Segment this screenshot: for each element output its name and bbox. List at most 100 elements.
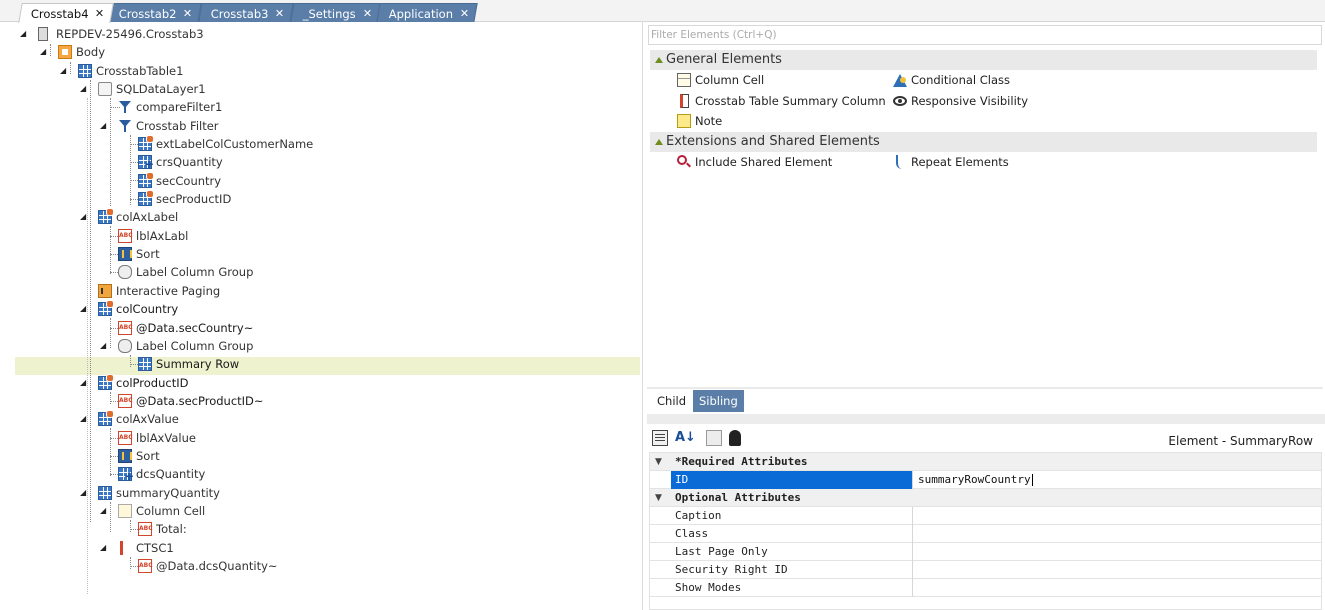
element-label: Include Shared Element <box>695 155 833 169</box>
tab-crosstab2[interactable]: Crosstab2 ✕ <box>106 3 202 22</box>
close-icon[interactable]: ✕ <box>95 7 104 20</box>
sort-alphabetical-icon[interactable]: A↓ <box>675 430 696 446</box>
sort-icon <box>118 449 132 463</box>
tab-child[interactable]: Child <box>651 390 693 412</box>
calc-column-icon <box>118 467 134 485</box>
tree-node-label: CTSC1 <box>136 541 174 555</box>
attribute-value-input[interactable] <box>914 525 1319 543</box>
table-icon <box>98 300 114 316</box>
element-column-cell[interactable]: Column Cell <box>677 71 764 89</box>
column-cell-icon <box>118 504 132 518</box>
category-title: Optional Attributes <box>675 491 801 504</box>
tree-node-label: colAxValue <box>116 412 179 426</box>
element-tree[interactable]: ◢ REPDEV-25496.Crosstab3 ◢ Body ◢ CrosstabT… <box>0 22 643 610</box>
element-label: Responsive Visibility <box>911 94 1029 108</box>
agent-icon[interactable] <box>729 430 741 446</box>
category-required[interactable]: ▼ *Required Attributes <box>650 453 1321 471</box>
element-crosstab-table-summary-column[interactable]: Crosstab Table Summary Column <box>677 92 886 110</box>
tree-node-label: Column Cell <box>136 504 206 518</box>
tree-node-label: extLabelColCustomerName <box>156 137 314 151</box>
attribute-value-input[interactable] <box>914 543 1319 561</box>
tab-sibling[interactable]: Sibling <box>693 390 744 412</box>
splitter[interactable] <box>647 414 1325 424</box>
element-note[interactable]: Note <box>677 112 722 130</box>
tab-label: Application <box>388 7 454 21</box>
attribute-value-input[interactable] <box>914 579 1319 597</box>
attribute-value-input[interactable] <box>914 561 1319 579</box>
tree-node-label: Total: <box>156 522 187 536</box>
text-caret <box>1031 474 1033 486</box>
tab-label: Crosstab4 <box>30 7 89 21</box>
element-repeat-elements[interactable]: Repeat Elements <box>893 153 1009 171</box>
close-icon[interactable]: ✕ <box>363 7 372 20</box>
element-label: Conditional Class <box>911 73 1011 87</box>
tab-crosstab3[interactable]: Crosstab3 ✕ <box>198 3 294 22</box>
tree-node-label: SQLDataLayer1 <box>116 82 206 96</box>
tab-crosstab4[interactable]: Crosstab4 ✕ <box>18 3 114 23</box>
tree-node-label: @Data.dcsQuantity~ <box>156 559 278 573</box>
attribute-row-security-right-id[interactable]: Security Right ID <box>650 561 1321 579</box>
table-icon <box>138 172 154 188</box>
pages-icon[interactable] <box>706 430 722 446</box>
collapse-triangle-icon[interactable] <box>655 139 663 145</box>
attribute-row-show-modes[interactable]: Show Modes <box>650 579 1321 597</box>
categorized-icon[interactable] <box>652 430 668 446</box>
section-header-extensions-shared[interactable]: Extensions and Shared Elements <box>650 132 1317 152</box>
label-icon: ABC <box>118 431 133 445</box>
chevron-down-icon[interactable]: ▼ <box>655 489 662 507</box>
tab-settings[interactable]: _Settings ✕ <box>290 3 381 22</box>
element-conditional-class[interactable]: Conditional Class <box>893 71 1010 89</box>
group-icon <box>118 339 132 353</box>
element-label: Repeat Elements <box>911 155 1009 169</box>
column-cell-icon <box>677 73 691 87</box>
filter-icon <box>118 119 132 133</box>
datalayer-icon <box>98 82 112 96</box>
section-header-general-elements[interactable]: General Elements <box>650 50 1317 70</box>
summary-column-icon <box>120 541 134 555</box>
close-icon[interactable]: ✕ <box>275 7 284 20</box>
chevron-down-icon[interactable]: ▼ <box>655 453 662 471</box>
tree-node-label: secProductID <box>156 192 232 206</box>
attribute-name: Security Right ID <box>671 561 913 579</box>
include-shared-icon <box>677 155 687 165</box>
close-icon[interactable]: ✕ <box>460 7 469 20</box>
tree-node-label: Summary Row <box>156 357 240 371</box>
attribute-row-caption[interactable]: Caption <box>650 507 1321 525</box>
section-title: Extensions and Shared Elements <box>666 134 880 149</box>
tree-node-label: @Data.secCountry~ <box>136 321 254 335</box>
filter-elements-input[interactable]: Filter Elements (Ctrl+Q) <box>648 25 1322 45</box>
tree-node-label: Body <box>76 45 106 59</box>
element-responsive-visibility[interactable]: Responsive Visibility <box>893 92 1028 110</box>
tree-node-label: compareFilter1 <box>136 100 223 114</box>
tab-application[interactable]: Application ✕ <box>376 3 478 22</box>
collapse-triangle-icon[interactable] <box>655 57 663 63</box>
close-icon[interactable]: ✕ <box>183 7 192 20</box>
attribute-value-input[interactable] <box>914 507 1319 525</box>
selected-row-highlight <box>15 357 640 375</box>
table-icon <box>98 486 112 500</box>
element-include-shared-element[interactable]: Include Shared Element <box>677 153 832 171</box>
document-tab-bar: Crosstab4 ✕ Crosstab2 ✕ Crosstab3 ✕ _Settin… <box>0 0 1325 23</box>
tree-node-label: colProductID <box>116 376 189 390</box>
table-icon <box>138 357 152 371</box>
tree-node-label: crsQuantity <box>156 155 223 169</box>
label-icon: ABC <box>138 522 153 536</box>
element-label: Crosstab Table Summary Column <box>695 94 886 108</box>
tab-label: _Settings <box>302 7 356 21</box>
attribute-value-input[interactable]: summaryRowCountry <box>914 471 1319 489</box>
attribute-row-id[interactable]: ID summaryRowCountry <box>650 471 1321 489</box>
summary-column-icon <box>680 94 689 108</box>
table-icon <box>98 410 114 426</box>
tree-node-label: @Data.secProductID~ <box>136 394 264 408</box>
attribute-row-last-page-only[interactable]: Last Page Only <box>650 543 1321 561</box>
table-icon <box>138 135 154 151</box>
tree-node-label: colAxLabel <box>116 210 179 224</box>
element-title: Element - SummaryRow <box>1168 434 1313 448</box>
attribute-name: Caption <box>671 507 913 525</box>
attribute-name: Show Modes <box>671 579 913 597</box>
attribute-row-class[interactable]: Class <box>650 525 1321 543</box>
table-icon <box>98 208 114 224</box>
tree-node-label: secCountry <box>156 174 222 188</box>
category-optional[interactable]: ▼ Optional Attributes <box>650 489 1321 507</box>
note-icon <box>677 114 691 128</box>
